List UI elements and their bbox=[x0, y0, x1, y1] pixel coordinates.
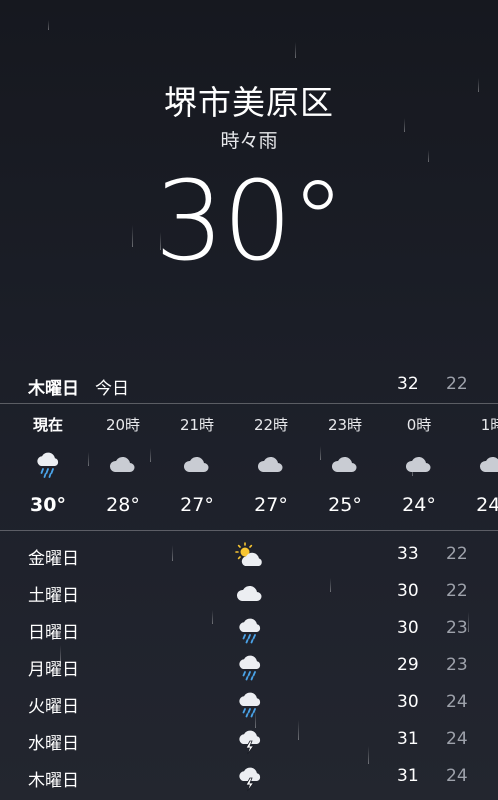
hour-time: 23時 bbox=[327, 416, 363, 434]
daily-row: 火曜日 30 24 bbox=[0, 686, 498, 723]
hour-temp: 24° bbox=[402, 494, 436, 516]
cloud-rain-icon bbox=[235, 690, 265, 718]
hour-time: 21時 bbox=[179, 416, 215, 434]
daily-high: 29 bbox=[397, 655, 419, 675]
cloud-icon bbox=[235, 579, 265, 607]
hour-time: 0時 bbox=[406, 416, 432, 434]
today-day: 木曜日 bbox=[28, 379, 79, 399]
hour-temp: 30° bbox=[30, 494, 66, 516]
cloud-icon bbox=[109, 452, 137, 478]
hour-temp: 27° bbox=[180, 494, 214, 516]
daily-day: 土曜日 bbox=[28, 586, 79, 606]
daily-low: 22 bbox=[446, 581, 468, 601]
cloud-icon bbox=[257, 452, 285, 478]
daily-row: 金曜日 33 22 bbox=[0, 538, 498, 575]
hour-temp: 27° bbox=[254, 494, 288, 516]
hour-time: 22時 bbox=[253, 416, 289, 434]
hour-time: 1時 bbox=[480, 416, 498, 434]
current-temperature: 30° bbox=[0, 160, 498, 280]
today-high: 32 bbox=[397, 374, 419, 394]
divider-bottom bbox=[0, 530, 498, 531]
daily-low: 23 bbox=[446, 655, 468, 675]
daily-row: 月曜日 29 23 bbox=[0, 649, 498, 686]
daily-day: 火曜日 bbox=[28, 697, 79, 717]
cloud-icon bbox=[331, 452, 359, 478]
hour-temp: 28° bbox=[106, 494, 140, 516]
city-name: 堺市美原区 bbox=[164, 83, 334, 122]
cloud-icon bbox=[183, 452, 211, 478]
daily-day: 木曜日 bbox=[28, 771, 79, 791]
daily-low: 24 bbox=[446, 766, 468, 786]
daily-high: 31 bbox=[397, 729, 419, 749]
cloud-rain-icon bbox=[34, 452, 62, 478]
thunderstorm-icon bbox=[235, 727, 265, 755]
today-low: 22 bbox=[446, 374, 468, 394]
daily-day: 金曜日 bbox=[28, 549, 79, 569]
today-label: 今日 bbox=[95, 379, 129, 399]
daily-day: 水曜日 bbox=[28, 734, 79, 754]
cloud-icon bbox=[405, 452, 433, 478]
daily-row: 日曜日 30 23 bbox=[0, 612, 498, 649]
cloud-rain-icon bbox=[235, 616, 265, 644]
daily-day: 日曜日 bbox=[28, 623, 79, 643]
hour-temp: 25° bbox=[328, 494, 362, 516]
thunderstorm-icon bbox=[235, 764, 265, 792]
daily-row: 木曜日 31 24 bbox=[0, 760, 498, 797]
daily-day: 月曜日 bbox=[28, 660, 79, 680]
degree-symbol: ° bbox=[290, 157, 345, 285]
today-summary: 木曜日 今日 32 22 bbox=[0, 372, 498, 400]
cloud-rain-icon bbox=[235, 653, 265, 681]
daily-high: 30 bbox=[397, 692, 419, 712]
hourly-forecast[interactable]: 現在 30° 20時 28° 21時 27° 22時 27° 23時 25° 0… bbox=[0, 404, 498, 530]
daily-high: 33 bbox=[397, 544, 419, 564]
daily-high: 31 bbox=[397, 766, 419, 786]
hour-time: 20時 bbox=[105, 416, 141, 434]
daily-row: 水曜日 31 24 bbox=[0, 723, 498, 760]
cloud-icon bbox=[479, 452, 498, 478]
daily-low: 24 bbox=[446, 692, 468, 712]
daily-high: 30 bbox=[397, 581, 419, 601]
daily-low: 23 bbox=[446, 618, 468, 638]
daily-row: 土曜日 30 22 bbox=[0, 575, 498, 612]
daily-high: 30 bbox=[397, 618, 419, 638]
weather-condition: 時々雨 bbox=[220, 130, 278, 152]
hour-time: 現在 bbox=[32, 416, 63, 434]
temperature-value: 30 bbox=[154, 157, 293, 285]
daily-low: 22 bbox=[446, 544, 468, 564]
hour-temp: 24° bbox=[476, 494, 498, 516]
partly-sunny-icon bbox=[235, 542, 265, 570]
daily-low: 24 bbox=[446, 729, 468, 749]
